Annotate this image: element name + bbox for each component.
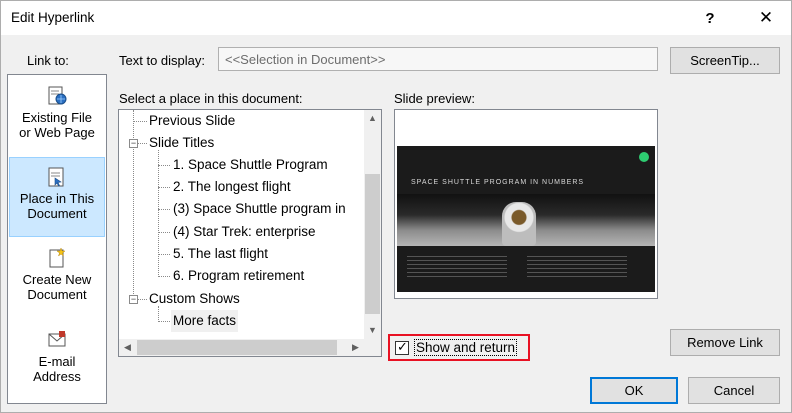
tree-connector — [158, 150, 159, 277]
astronaut-image — [502, 202, 536, 246]
link-option-label-line2: Document — [27, 287, 87, 302]
text-to-display-label: Text to display: — [119, 53, 205, 68]
title-bar: Edit Hyperlink ? ✕ — [1, 1, 791, 35]
horizontal-scrollbar[interactable]: ◀ ▶ — [119, 339, 381, 356]
tree-item-custom-shows[interactable]: Custom Shows — [149, 288, 240, 310]
show-and-return-highlight: ✓ Show and return — [388, 334, 530, 361]
tree-connector — [158, 209, 170, 210]
link-option-label-line2: Address — [33, 369, 81, 384]
link-option-email-address[interactable]: E-mail Address — [9, 321, 105, 401]
tree-connector — [158, 232, 170, 233]
tree-connector — [158, 165, 170, 166]
link-to-panel: Existing File or Web Page Place in This … — [7, 74, 107, 404]
link-to-label: Link to: — [27, 53, 69, 68]
collapse-slide-titles-icon[interactable]: − — [129, 139, 138, 148]
edit-hyperlink-dialog: Edit Hyperlink ? ✕ Link to: Existing Fil… — [0, 0, 792, 413]
tree-item-slide-3[interactable]: (3) Space Shuttle program in — [173, 198, 346, 220]
slide-preview-box: SPACE SHUTTLE PROGRAM IN NUMBERS — [394, 109, 658, 299]
slide-preview-label: Slide preview: — [394, 91, 475, 106]
help-button[interactable]: ? — [687, 1, 733, 35]
tree-item-slide-6[interactable]: 6. Program retirement — [173, 265, 304, 287]
horizontal-scroll-thumb[interactable] — [137, 340, 337, 355]
show-and-return-label[interactable]: Show and return — [414, 339, 518, 356]
vertical-scrollbar[interactable]: ▲ ▼ — [364, 110, 381, 339]
link-option-place-in-document[interactable]: Place in This Document — [9, 157, 105, 237]
existing-file-web-page-icon — [46, 85, 68, 107]
tree-item-previous-slide[interactable]: Previous Slide — [149, 110, 235, 132]
ok-button[interactable]: OK — [590, 377, 678, 404]
close-button[interactable]: ✕ — [743, 1, 789, 35]
place-in-document-icon — [46, 166, 68, 188]
tree-item-slide-2[interactable]: 2. The longest flight — [173, 176, 291, 198]
checkmark-icon: ✓ — [397, 339, 408, 354]
vertical-scroll-thumb[interactable] — [365, 174, 380, 314]
tree-item-slide-4[interactable]: (4) Star Trek: enterprise — [173, 221, 316, 243]
slide-body-text — [407, 256, 507, 280]
link-option-label-line1: Existing File — [21, 110, 93, 125]
tree-item-more-facts[interactable]: More facts — [171, 310, 239, 332]
slide-thumbnail-title: SPACE SHUTTLE PROGRAM IN NUMBERS — [411, 179, 585, 186]
email-address-icon — [46, 329, 68, 351]
cancel-button[interactable]: Cancel — [688, 377, 780, 404]
tree-connector — [133, 121, 147, 122]
scroll-down-arrow-icon[interactable]: ▼ — [364, 322, 381, 339]
tree-connector — [158, 254, 170, 255]
tree-item-slide-5[interactable]: 5. The last flight — [173, 243, 268, 265]
tree-connector — [158, 187, 170, 188]
text-to-display-input[interactable]: <<Selection in Document>> — [218, 47, 658, 71]
remove-link-button[interactable]: Remove Link — [670, 329, 780, 356]
slide-thumbnail: SPACE SHUTTLE PROGRAM IN NUMBERS — [397, 146, 655, 292]
tree-connector — [158, 276, 170, 277]
tree-item-slide-titles[interactable]: Slide Titles — [149, 132, 214, 154]
select-place-label: Select a place in this document: — [119, 91, 303, 106]
tree-item-slide-1[interactable]: 1. Space Shuttle Program — [173, 154, 328, 176]
place-tree[interactable]: − − Previous Slide Slide Titles 1. Space… — [118, 109, 382, 357]
slide-body-text — [527, 256, 627, 280]
scroll-right-arrow-icon[interactable]: ▶ — [347, 339, 364, 356]
link-option-label-line1: E-mail — [38, 354, 76, 369]
link-option-existing-file[interactable]: Existing File or Web Page — [9, 77, 105, 157]
create-new-document-icon — [46, 247, 68, 269]
link-option-label-line2: Document — [27, 206, 87, 221]
show-and-return-checkbox[interactable]: ✓ — [395, 339, 409, 355]
link-option-create-new-document[interactable]: Create New Document — [9, 239, 105, 319]
link-option-label-line1: Create New — [22, 272, 92, 287]
dialog-title: Edit Hyperlink — [11, 10, 95, 25]
tree-connector — [158, 321, 170, 322]
scroll-left-arrow-icon[interactable]: ◀ — [119, 339, 136, 356]
scroll-up-arrow-icon[interactable]: ▲ — [364, 110, 381, 127]
link-option-label-line2: or Web Page — [19, 125, 95, 140]
collapse-custom-shows-icon[interactable]: − — [129, 295, 138, 304]
link-option-label-line1: Place in This — [19, 191, 95, 206]
slide-badge-icon — [639, 152, 649, 162]
screentip-button[interactable]: ScreenTip... — [670, 47, 780, 74]
scrollbar-corner — [364, 339, 381, 356]
